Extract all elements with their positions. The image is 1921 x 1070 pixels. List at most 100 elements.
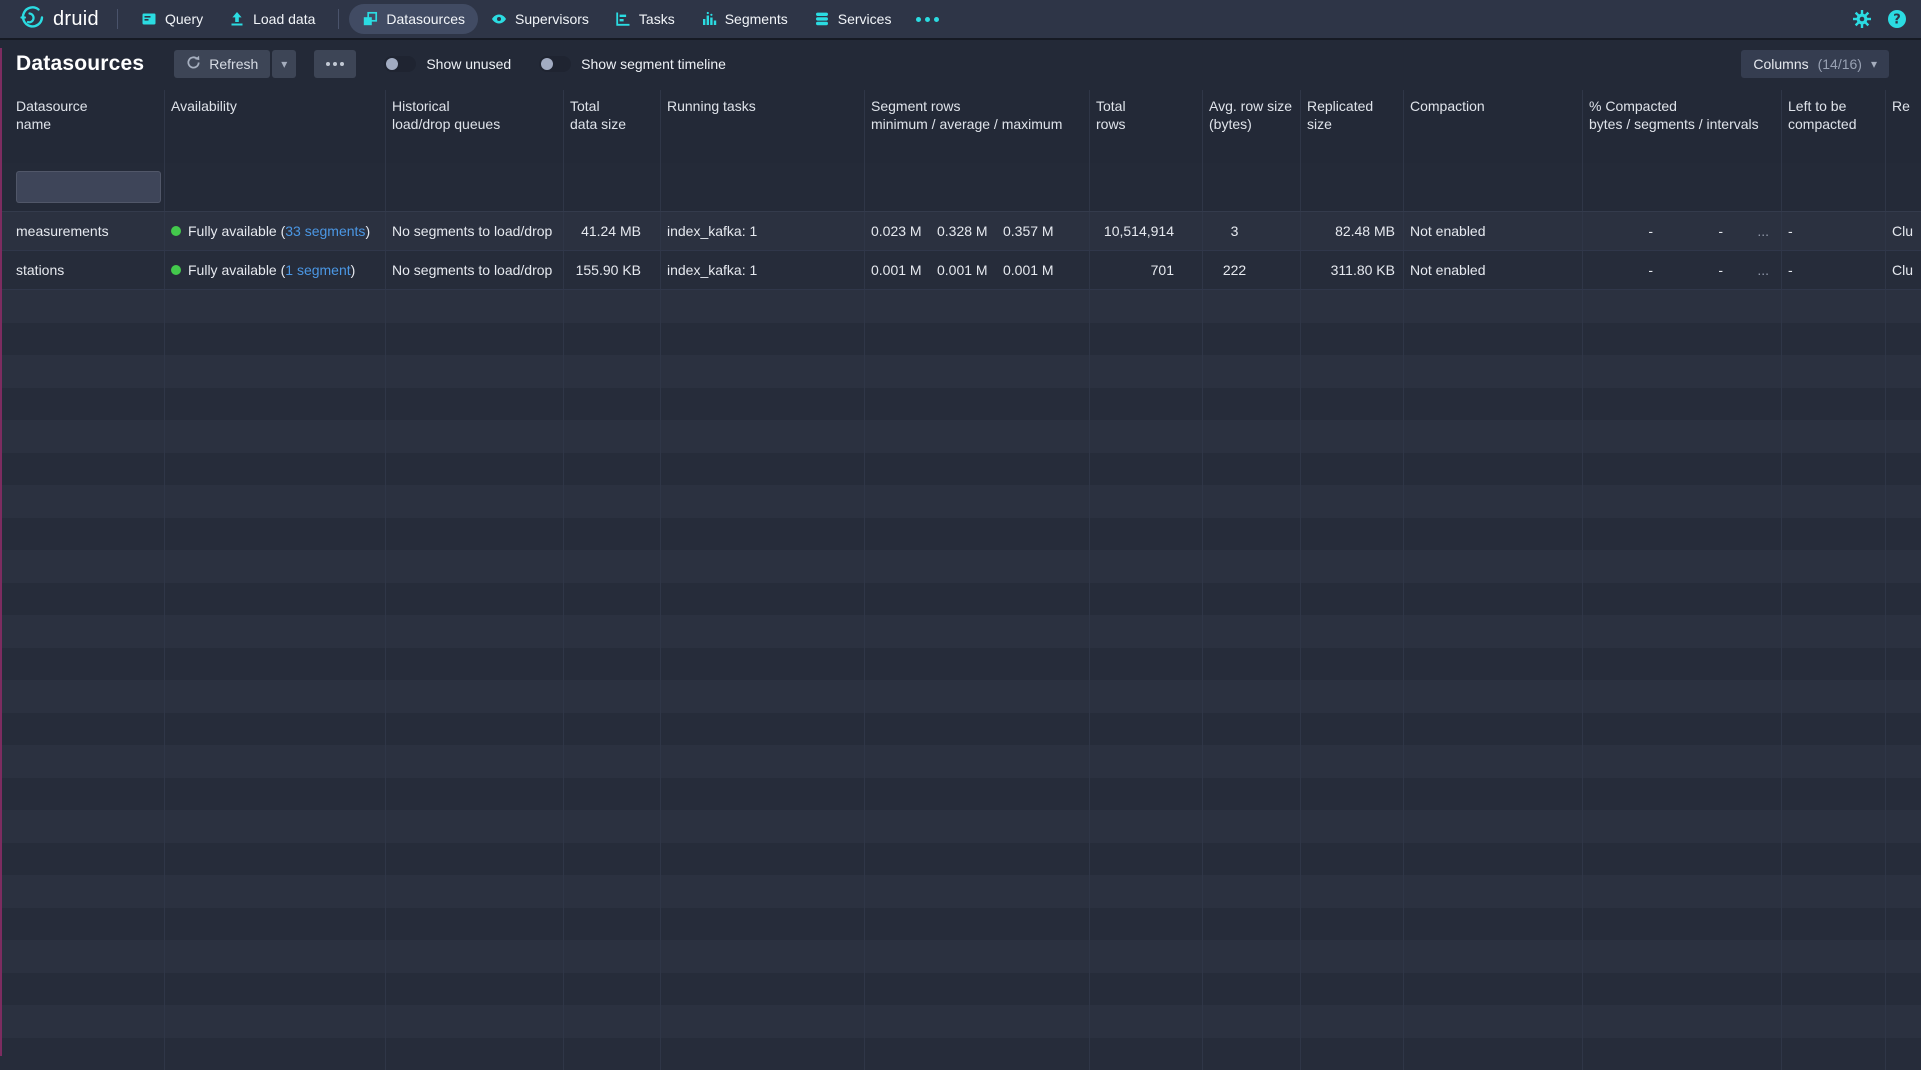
nav-item-query[interactable]: Query xyxy=(128,4,216,34)
column-header-retention[interactable]: Re xyxy=(1886,90,1921,163)
empty-cell xyxy=(1782,1005,1886,1038)
empty-cell xyxy=(386,810,564,843)
empty-cell xyxy=(1301,940,1404,973)
empty-cell xyxy=(1090,1038,1203,1070)
column-header-total_rows[interactable]: Totalrows xyxy=(1090,90,1203,163)
empty-cell xyxy=(1301,453,1404,486)
cell-left-to-compact: - xyxy=(1782,212,1886,250)
empty-cell xyxy=(1583,908,1782,941)
column-header-running_tasks[interactable]: Running tasks xyxy=(661,90,865,163)
empty-cell xyxy=(386,388,564,421)
refresh-button[interactable]: Refresh xyxy=(174,50,270,78)
empty-cell xyxy=(1404,1038,1583,1070)
datasource-name-filter-input[interactable] xyxy=(16,171,161,203)
empty-cell xyxy=(1404,355,1583,388)
column-header-total_data_size[interactable]: Totaldata size xyxy=(564,90,661,163)
datasources-view-header: Datasources Refresh ▾ Show unused Show s… xyxy=(0,38,1921,90)
empty-cell xyxy=(865,485,1090,518)
nav-item-datasources[interactable]: Datasources xyxy=(349,4,478,34)
cell-avg-row-size: 222 xyxy=(1203,251,1301,289)
empty-cell xyxy=(1090,485,1203,518)
empty-cell xyxy=(1203,973,1301,1006)
druid-logo[interactable]: druid xyxy=(10,4,107,34)
empty-cell xyxy=(165,420,386,453)
more-actions-button[interactable] xyxy=(314,50,356,78)
empty-cell xyxy=(1090,290,1203,323)
nav-item-segments[interactable]: Segments xyxy=(688,4,801,34)
druid-logo-icon xyxy=(18,4,45,34)
svg-text:?: ? xyxy=(1893,13,1901,28)
column-header-name[interactable]: Datasourcename xyxy=(0,90,165,163)
column-header-label: % Compacted xyxy=(1589,97,1775,115)
empty-cell xyxy=(165,680,386,713)
columns-count: (14/16) xyxy=(1818,56,1862,72)
show-unused-toggle[interactable]: Show unused xyxy=(384,56,511,72)
column-header-replicated_size[interactable]: Replicatedsize xyxy=(1301,90,1404,163)
nav-item-services[interactable]: Services xyxy=(801,4,905,34)
empty-cell xyxy=(386,680,564,713)
empty-cell xyxy=(564,908,661,941)
filter-cell-retention xyxy=(1886,163,1921,211)
empty-cell xyxy=(564,583,661,616)
services-icon xyxy=(814,11,830,27)
cell-load-drop-queues: No segments to load/drop xyxy=(386,251,564,289)
column-header-load_drop[interactable]: Historicalload/drop queues xyxy=(386,90,564,163)
screen-left-edge-artifact xyxy=(0,48,2,1056)
column-header-segment_rows[interactable]: Segment rowsminimum / average / maximum xyxy=(865,90,1090,163)
empty-cell xyxy=(1090,810,1203,843)
nav-item-supervisors[interactable]: Supervisors xyxy=(478,4,602,34)
empty-cell xyxy=(1203,875,1301,908)
nav-item-label: Datasources xyxy=(386,11,465,27)
empty-cell xyxy=(1404,518,1583,551)
segments-count-link[interactable]: 1 segment xyxy=(285,262,350,278)
settings-gear-icon[interactable] xyxy=(1852,9,1872,29)
empty-cell xyxy=(386,843,564,876)
column-header-availability[interactable]: Availability xyxy=(165,90,386,163)
empty-cell xyxy=(1583,713,1782,746)
column-header-avg_row_size[interactable]: Avg. row size(bytes) xyxy=(1203,90,1301,163)
empty-cell xyxy=(1090,1005,1203,1038)
refresh-interval-dropdown-button[interactable]: ▾ xyxy=(272,50,296,78)
nav-item-load-data[interactable]: Load data xyxy=(216,4,328,34)
empty-cell xyxy=(1583,550,1782,583)
empty-cell xyxy=(1583,810,1782,843)
empty-table-row xyxy=(0,713,1921,746)
empty-cell xyxy=(1090,648,1203,681)
nav-item-tasks[interactable]: Tasks xyxy=(602,4,688,34)
empty-cell xyxy=(1886,583,1921,616)
columns-picker-button[interactable]: Columns (14/16) ▾ xyxy=(1741,50,1889,78)
empty-cell xyxy=(1886,745,1921,778)
segments-count-link[interactable]: 33 segments xyxy=(285,223,365,239)
empty-cell xyxy=(1090,583,1203,616)
show-segment-timeline-toggle[interactable]: Show segment timeline xyxy=(539,56,726,72)
empty-cell xyxy=(165,583,386,616)
empty-table-row xyxy=(0,355,1921,388)
pct-compacted-value: - xyxy=(1653,223,1723,239)
empty-cell xyxy=(1203,550,1301,583)
empty-cell xyxy=(865,323,1090,356)
empty-table-row xyxy=(0,778,1921,811)
empty-cell xyxy=(661,615,865,648)
column-header-compaction[interactable]: Compaction xyxy=(1404,90,1583,163)
empty-table-row xyxy=(0,1038,1921,1070)
empty-cell xyxy=(1782,680,1886,713)
chevron-down-icon: ▾ xyxy=(281,58,287,70)
help-icon[interactable]: ? xyxy=(1887,9,1907,29)
cell-total-data-size: 155.90 KB xyxy=(564,251,661,289)
empty-cell xyxy=(564,518,661,551)
column-header-left_to_compact[interactable]: Left to becompacted xyxy=(1782,90,1886,163)
empty-cell xyxy=(1301,908,1404,941)
load-data-icon xyxy=(229,11,245,27)
empty-cell xyxy=(865,745,1090,778)
empty-cell xyxy=(1404,420,1583,453)
empty-cell xyxy=(0,745,165,778)
empty-cell xyxy=(865,1005,1090,1038)
column-header-pct_compacted[interactable]: % Compactedbytes / segments / intervals xyxy=(1583,90,1782,163)
refresh-icon xyxy=(186,55,201,73)
empty-cell xyxy=(564,1005,661,1038)
supervisors-icon xyxy=(491,11,507,27)
cell-pct-compacted: --... xyxy=(1583,251,1782,289)
empty-cell xyxy=(386,453,564,486)
more-nav-items-button[interactable] xyxy=(904,17,951,22)
empty-cell xyxy=(661,485,865,518)
